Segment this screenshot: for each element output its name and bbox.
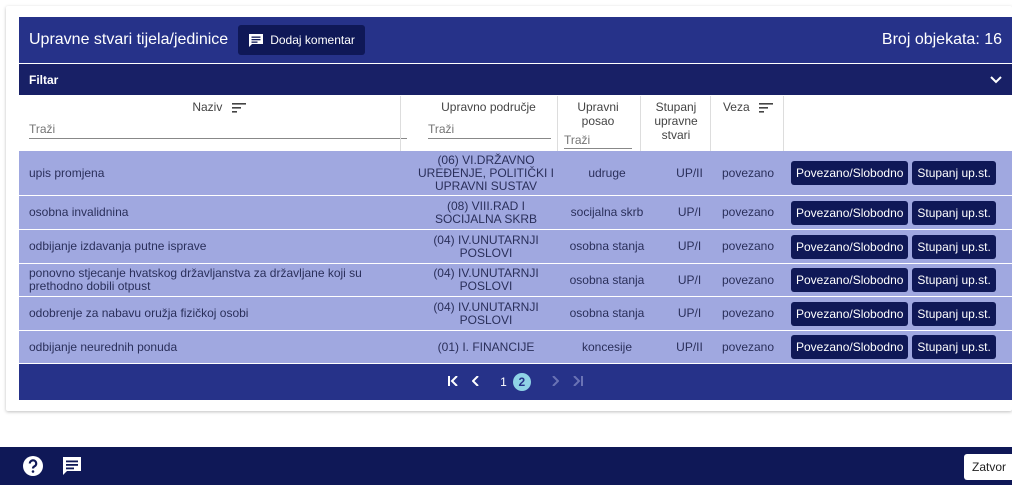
cell-naziv: odbijanje izdavanja putne isprave (29, 239, 207, 253)
previous-page-icon[interactable] (471, 375, 480, 389)
column-posao-label: Upravni posao (577, 100, 619, 128)
cell-posao: osobna stanja (569, 272, 645, 287)
row-actions: Povezano/Slobodno Stupanj up.st. (791, 151, 1011, 195)
row-actions: Povezano/Slobodno Stupanj up.st. (791, 297, 1011, 330)
row-actions: Povezano/Slobodno Stupanj up.st. (791, 196, 1011, 229)
povezano-slobodno-button[interactable]: Povezano/Slobodno (791, 200, 909, 225)
row-actions: Povezano/Slobodno Stupanj up.st. (791, 230, 1011, 263)
sort-icon[interactable] (231, 102, 246, 113)
podrucje-search-input[interactable] (428, 120, 551, 139)
column-stupanj: Stupanj upravne stvari (643, 96, 709, 151)
table-row: ponovno stjecanje hvatskog državljanstva… (19, 264, 1012, 297)
cell-podrucje: (04) IV.UNUTARNJI POSLOVI (433, 299, 539, 327)
add-comment-button[interactable]: Dodaj komentar (238, 25, 365, 55)
column-podrucje-label: Upravno područje (441, 100, 536, 114)
table-row: upis promjena (06) VI.DRŽAVNO UREĐENJE, … (19, 151, 1012, 196)
cell-naziv: upis promjena (29, 165, 105, 180)
stupanj-button[interactable]: Stupanj up.st. (912, 234, 996, 259)
cell-posao: koncesije (581, 339, 633, 354)
chevron-down-icon (990, 75, 1002, 83)
column-divider (710, 96, 711, 151)
cell-veza: povezano (721, 272, 775, 287)
table-row: odbijanje neurednih ponuda (01) I. FINAN… (19, 331, 1012, 364)
cell-veza: povezano (721, 205, 775, 219)
comment-icon (249, 34, 264, 47)
povezano-slobodno-button[interactable]: Povezano/Slobodno (791, 335, 909, 359)
column-divider (557, 96, 558, 151)
cell-posao: socijalna skrb (570, 205, 644, 219)
cell-posao: osobna stanja (569, 306, 645, 320)
help-icon[interactable] (22, 455, 44, 477)
page-title: Upravne stvari tijela/jedinice (29, 31, 229, 48)
column-naziv: Naziv (29, 96, 409, 151)
page-2-button[interactable]: 2 (512, 373, 531, 391)
column-posao: Upravni posao (560, 96, 636, 151)
stupanj-button[interactable]: Stupanj up.st. (912, 161, 996, 185)
cell-veza: povezano (721, 306, 775, 320)
cell-veza: povezano (721, 165, 775, 180)
cell-naziv: odobrenje za nabavu oružja fizičkoj osob… (29, 306, 249, 320)
povezano-slobodno-button[interactable]: Povezano/Slobodno (791, 161, 909, 185)
stupanj-button[interactable]: Stupanj up.st. (912, 301, 996, 326)
column-naziv-label: Naziv (192, 100, 223, 114)
footer-bar: Zatvor (0, 447, 1012, 485)
row-actions: Povezano/Slobodno Stupanj up.st. (791, 331, 1011, 363)
add-comment-label: Dodaj komentar (270, 33, 355, 47)
last-page-icon[interactable] (571, 375, 583, 389)
page-1-button[interactable]: 1 (500, 375, 507, 389)
povezano-slobodno-button[interactable]: Povezano/Slobodno (791, 301, 909, 326)
row-actions: Povezano/Slobodno Stupanj up.st. (791, 264, 1011, 296)
cell-podrucje: (06) VI.DRŽAVNO UREĐENJE, POLITIČKI I UP… (417, 152, 555, 193)
cell-podrucje: (08) VIII.RAD I SOCIJALNA SKRB (434, 198, 538, 226)
posao-search-input[interactable] (564, 132, 632, 149)
povezano-slobodno-button[interactable]: Povezano/Slobodno (791, 268, 909, 292)
column-divider (640, 96, 641, 151)
table-row: osobna invalidnina (08) VIII.RAD I SOCIJ… (19, 196, 1012, 230)
cell-podrucje: (04) IV.UNUTARNJI POSLOVI (433, 232, 539, 260)
cell-posao: udruge (588, 165, 626, 180)
column-veza: Veza (713, 96, 783, 151)
stupanj-button[interactable]: Stupanj up.st. (912, 200, 996, 225)
cell-posao: osobna stanja (569, 239, 645, 253)
column-podrucje: Upravno područje (426, 96, 551, 151)
cell-podrucje: (04) IV.UNUTARNJI POSLOVI (433, 266, 539, 293)
cell-naziv: ponovno stjecanje hvatskog državljanstva… (29, 266, 362, 293)
filter-panel-toggle[interactable]: Filtar (19, 64, 1012, 95)
column-divider (400, 96, 401, 151)
naziv-search-input[interactable] (29, 120, 407, 139)
stupanj-button[interactable]: Stupanj up.st. (912, 268, 996, 292)
table-row: odbijanje izdavanja putne isprave (04) I… (19, 230, 1012, 264)
cell-naziv: osobna invalidnina (29, 205, 129, 219)
column-stupanj-label: Stupanj upravne stvari (654, 100, 698, 142)
table-header: Naziv Upravno područje Upravni posao Stu… (19, 96, 1012, 151)
cell-veza: povezano (721, 339, 775, 354)
close-button[interactable]: Zatvor (964, 454, 1012, 480)
cell-podrucje: (01) I. FINANCIJE (437, 339, 535, 354)
cell-naziv: odbijanje neurednih ponuda (29, 339, 178, 354)
povezano-slobodno-button[interactable]: Povezano/Slobodno (791, 234, 909, 259)
first-page-icon[interactable] (448, 375, 460, 389)
next-page-icon[interactable] (551, 375, 560, 389)
object-count: Broj objekata: 16 (881, 31, 1002, 48)
filter-label: Filtar (29, 72, 59, 87)
cell-veza: povezano (721, 239, 775, 253)
column-divider (783, 96, 784, 151)
column-veza-label: Veza (722, 100, 750, 114)
table-row: odobrenje za nabavu oružja fizičkoj osob… (19, 297, 1012, 331)
sort-icon[interactable] (759, 102, 774, 113)
table-header-bar: Upravne stvari tijela/jedinice Dodaj kom… (19, 17, 1012, 63)
pagination: 1 2 (19, 364, 1012, 400)
comment-icon[interactable] (62, 456, 82, 476)
stupanj-button[interactable]: Stupanj up.st. (912, 335, 996, 359)
